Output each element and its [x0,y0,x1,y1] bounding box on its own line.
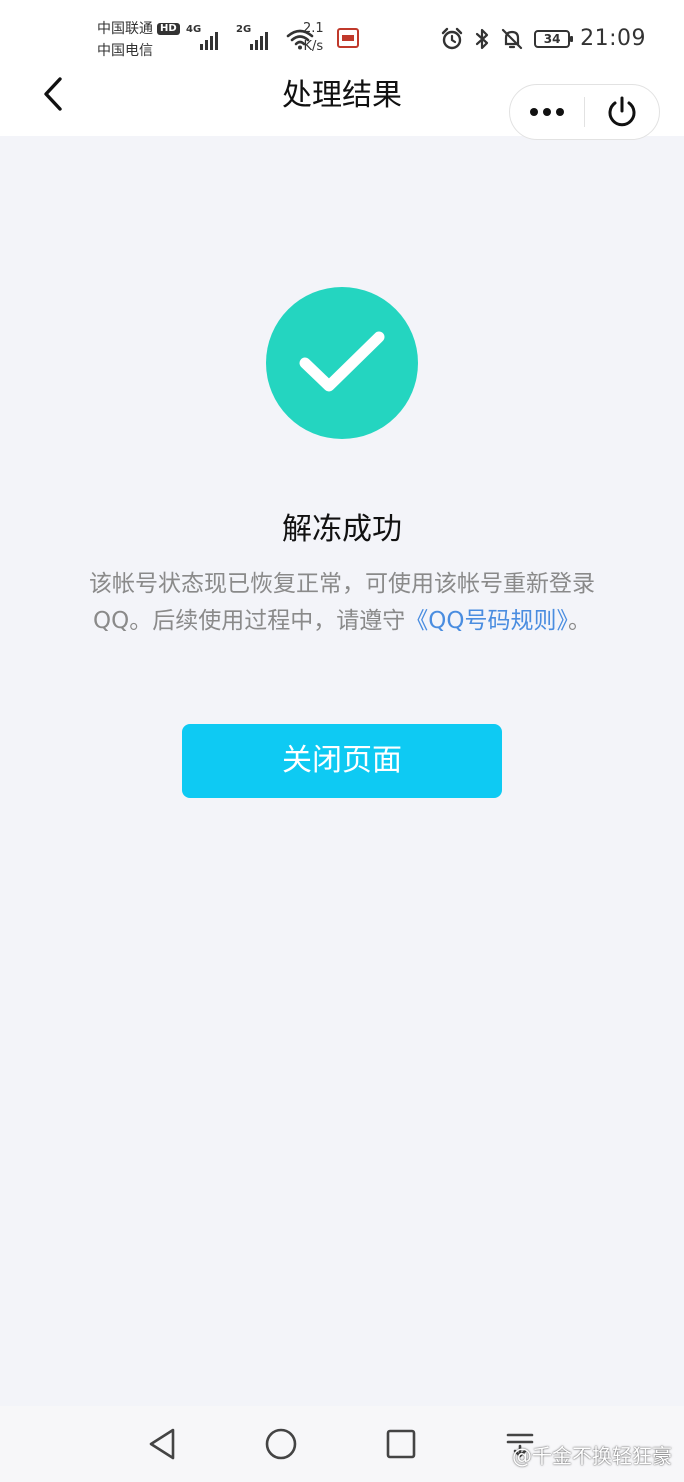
carrier-2: 中国电信 [97,43,153,59]
carrier-info: 中国联通 HD 中国电信 [97,18,180,62]
carrier-1: 中国联通 [97,21,153,37]
exit-button[interactable] [585,85,659,139]
power-icon [608,96,636,127]
triangle-back-icon [149,1428,175,1460]
system-back-button[interactable] [142,1424,182,1464]
mini-program-capsule [509,84,660,140]
top-bar: 中国联通 HD 中国电信 4G 2G 2.1 K/s 34 21:09 处理结果 [0,0,684,140]
status-right: 34 21:09 [440,26,646,51]
system-home-button[interactable] [261,1424,301,1464]
check-icon [299,331,385,392]
success-badge [266,287,418,439]
system-recents-button[interactable] [381,1424,421,1464]
description-end: 。 [567,608,591,634]
result-title: 解冻成功 [282,512,402,547]
more-button[interactable] [510,85,584,139]
battery-icon: 34 [534,29,574,48]
more-dots-icon [530,108,564,116]
hd-badge: HD [157,23,180,35]
result-description: 该帐号状态现已恢复正常，可使用该帐号重新登录QQ。后续使用过程中，请遵守《QQ号… [80,566,604,640]
page: 中国联通 HD 中国电信 4G 2G 2.1 K/s 34 21:09 处理结果… [0,0,684,1482]
signal-indicators: 4G 2G [186,24,314,50]
mute-icon [501,28,523,49]
close-page-button[interactable]: 关闭页面 [182,724,502,798]
qq-rules-link[interactable]: 《QQ号码规则》 [405,608,568,634]
app-notification-icon [337,28,359,48]
clock: 21:09 [580,26,646,51]
watermark-text: @千金不换轻狂豪 [512,1444,672,1468]
square-recents-icon [386,1429,416,1459]
signal-4g-icon: 4G [186,24,224,50]
status-bar: 中国联通 HD 中国电信 4G 2G 2.1 K/s 34 21:09 [0,0,684,70]
bluetooth-icon [475,28,489,49]
signal-2g-icon: 2G [236,24,274,50]
alarm-icon [441,27,463,49]
watermark: @千金不换轻狂豪 [512,1440,672,1469]
circle-home-icon [265,1428,297,1460]
net-speed: 2.1 K/s [303,21,324,54]
